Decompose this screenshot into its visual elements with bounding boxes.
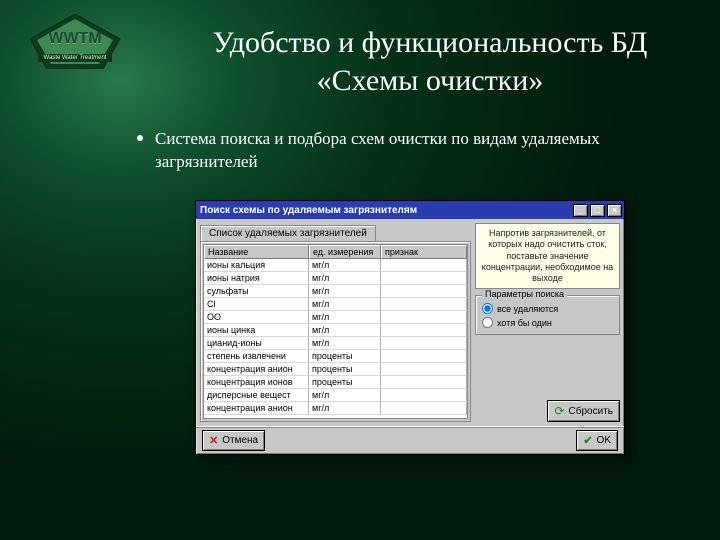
table-row[interactable]: ионы кальциямг/л xyxy=(204,259,467,272)
window-title: Поиск схемы по удаляемым загрязнителям xyxy=(200,205,417,216)
logo-subtitle: Waste Water Treatment xyxy=(38,54,113,62)
column-flag[interactable]: признак xyxy=(381,245,467,259)
pollutant-grid[interactable]: Название ед. измерения признак ионы каль… xyxy=(203,244,468,419)
column-name[interactable]: Название xyxy=(204,245,309,259)
table-row[interactable]: концентрация анионпроценты xyxy=(204,363,467,376)
slide-bullet: Система поиска и подбора схем очистки по… xyxy=(135,128,660,174)
radio-all-removed[interactable]: все удаляются xyxy=(482,303,613,314)
table-row[interactable]: ионы цинкамг/л xyxy=(204,324,467,337)
radio-at-least-one[interactable]: хотя бы один xyxy=(482,317,613,328)
column-unit[interactable]: ед. измерения xyxy=(309,245,381,259)
refresh-icon: ⟳ xyxy=(554,404,564,418)
dialog-window: Поиск схемы по удаляемым загрязнителям _… xyxy=(195,200,625,455)
table-row[interactable]: Clмг/л xyxy=(204,298,467,311)
close-button[interactable]: × xyxy=(607,204,622,217)
app-logo: WWTM Waste Water Treatment xyxy=(25,14,125,69)
table-row[interactable]: цианид-ионымг/л xyxy=(204,337,467,350)
table-row[interactable]: степень извлеченипроценты xyxy=(204,350,467,363)
table-row[interactable]: концентрация ионовпроценты xyxy=(204,376,467,389)
logo-text: WWTM xyxy=(48,30,101,48)
radio-at-least-one-input[interactable] xyxy=(482,317,493,328)
table-row[interactable]: ООмг/л xyxy=(204,311,467,324)
window-titlebar[interactable]: Поиск схемы по удаляемым загрязнителям _… xyxy=(196,201,624,219)
search-params-group: Параметры поиска все удаляются хотя бы о… xyxy=(475,295,620,335)
maximize-button[interactable]: □ xyxy=(590,204,605,217)
radio-all-removed-input[interactable] xyxy=(482,303,493,314)
close-icon: ✕ xyxy=(209,434,218,447)
check-icon: ✔ xyxy=(583,434,592,447)
minimize-button[interactable]: _ xyxy=(573,204,588,217)
hint-box: Напротив загрязнителей, от которых надо … xyxy=(475,223,620,289)
cancel-button[interactable]: ✕ Отмена xyxy=(202,430,265,451)
table-row[interactable]: ионы натриямг/л xyxy=(204,272,467,285)
table-row[interactable]: дисперсные вещестмг/л xyxy=(204,389,467,402)
table-row[interactable]: сульфатымг/л xyxy=(204,285,467,298)
slide-title: Удобство и функциональность БД «Схемы оч… xyxy=(160,24,700,99)
table-row[interactable]: концентрация анионмг/л xyxy=(204,402,467,415)
reset-button[interactable]: ⟳ Сбросить xyxy=(547,400,620,422)
ok-button[interactable]: ✔ OK xyxy=(576,430,618,451)
group-title: Параметры поиска xyxy=(482,289,567,299)
tab-pollutant-list[interactable]: Список удаляемых загрязнителей xyxy=(200,225,376,241)
